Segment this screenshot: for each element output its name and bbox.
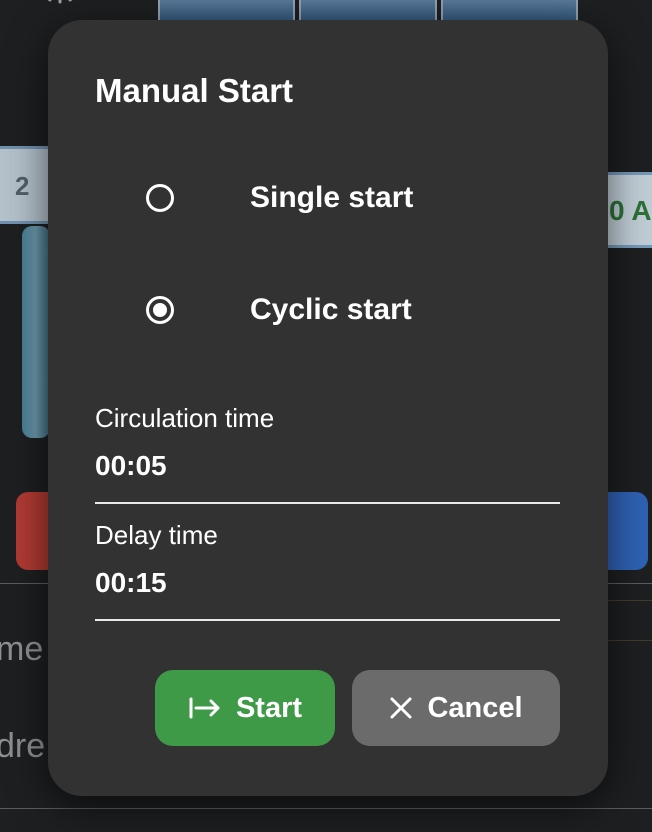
cancel-button-label: Cancel <box>427 691 523 724</box>
delay-time-value[interactable]: 00:15 <box>95 567 560 599</box>
close-icon <box>389 696 413 720</box>
sun-icon <box>47 0 73 4</box>
pipe <box>22 226 50 438</box>
circulation-time-value[interactable]: 00:05 <box>95 450 560 482</box>
radio-checked-icon[interactable] <box>146 296 174 324</box>
single-start-label: Single start <box>250 181 414 214</box>
arrow-right-to-bar-icon <box>188 697 222 719</box>
radio-unchecked-icon[interactable] <box>146 184 174 212</box>
cyclic-start-option[interactable]: Cyclic start <box>146 290 412 330</box>
solar-panels <box>158 0 578 22</box>
delay-time-field[interactable]: Delay time 00:15 <box>95 520 560 621</box>
single-start-option[interactable]: Single start <box>146 178 413 218</box>
cyclic-start-label: Cyclic start <box>250 293 412 326</box>
delay-time-label: Delay time <box>95 520 218 550</box>
start-button-label: Start <box>235 691 303 724</box>
start-button[interactable]: Start <box>155 670 335 746</box>
background-text: dre <box>0 727 46 765</box>
manual-start-dialog: Manual Start Single start Cyclic start C… <box>48 20 608 796</box>
dialog-title: Manual Start <box>95 72 294 109</box>
circulation-time-field[interactable]: Circulation time 00:05 <box>95 403 560 504</box>
left-chip-value: 2 <box>15 171 30 201</box>
background-text: me <box>0 630 44 668</box>
cancel-button[interactable]: Cancel <box>352 670 560 746</box>
right-chip-value: 0 A <box>609 195 652 226</box>
circulation-time-label: Circulation time <box>95 403 275 433</box>
divider <box>0 808 652 809</box>
